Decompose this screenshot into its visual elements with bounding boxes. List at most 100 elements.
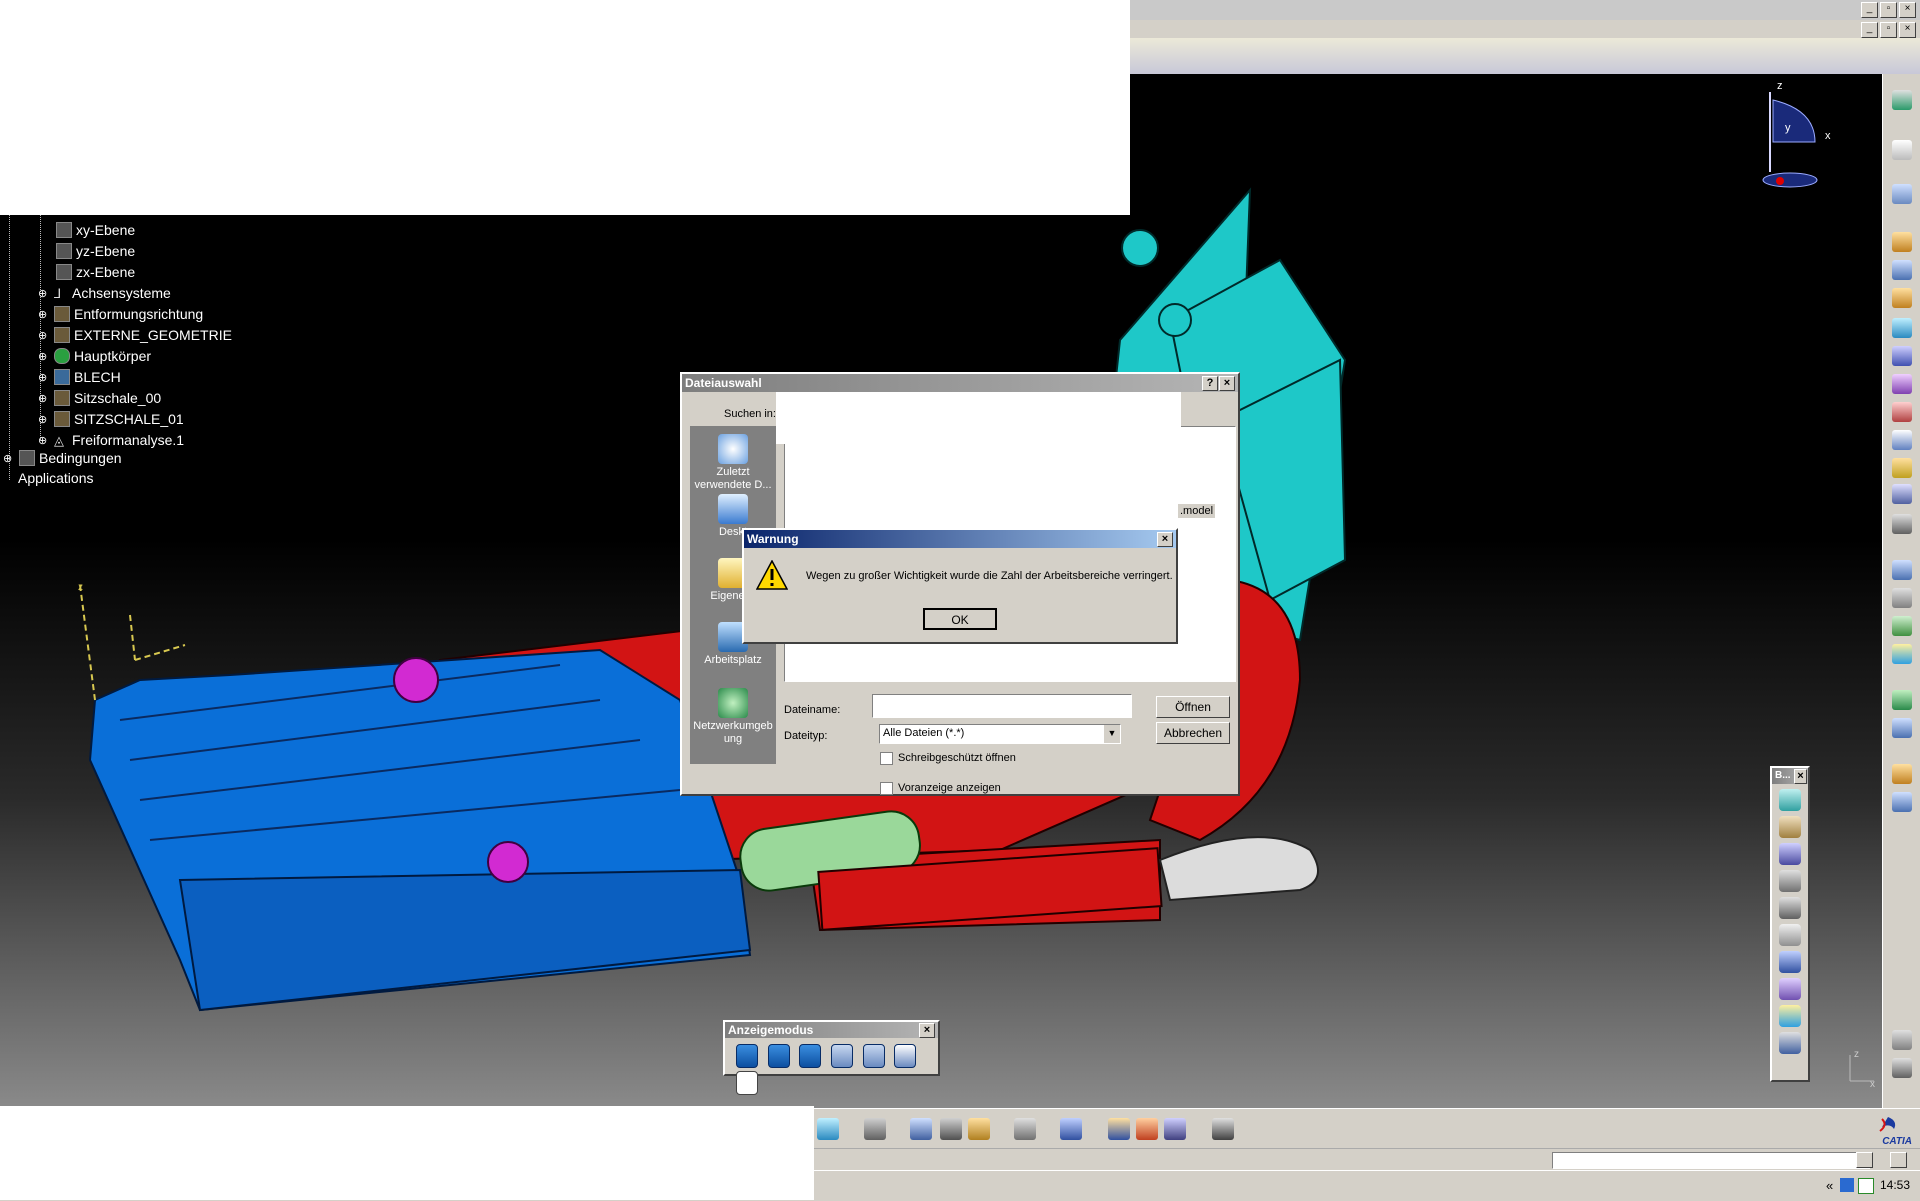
tool-icon[interactable] xyxy=(1892,430,1912,450)
tool-icon[interactable] xyxy=(1892,792,1912,812)
hidden-edges-icon[interactable] xyxy=(862,1044,885,1068)
tool-icon[interactable] xyxy=(1892,184,1912,204)
tool-icon[interactable] xyxy=(1892,346,1912,366)
mesh-icon[interactable] xyxy=(1779,1032,1801,1054)
analysis-icon[interactable] xyxy=(1779,951,1801,973)
filetype-select[interactable]: Alle Dateien (*.*) ▼ xyxy=(879,724,1121,744)
tool-icon[interactable] xyxy=(1892,588,1912,608)
tree-item-applications[interactable]: Applications xyxy=(18,468,94,488)
chevron-down-icon[interactable]: ▼ xyxy=(1104,725,1120,743)
tree-item-freeform-analysis[interactable]: ⊕ ◬ Freiformanalyse.1 xyxy=(38,430,184,450)
curvature-icon[interactable] xyxy=(1779,1005,1801,1027)
expand-icon[interactable]: ⊕ xyxy=(3,452,19,465)
expand-icon[interactable]: ⊕ xyxy=(38,371,54,384)
doc-minimize-button[interactable]: _ xyxy=(1861,22,1878,38)
close-button[interactable]: × xyxy=(919,1023,935,1038)
tool-icon[interactable] xyxy=(1892,260,1912,280)
tool-icon[interactable] xyxy=(1892,484,1912,504)
close-button[interactable]: × xyxy=(1219,376,1235,391)
shading-without-hidden-edges-icon[interactable] xyxy=(799,1044,822,1068)
tool-icon[interactable] xyxy=(1892,764,1912,784)
ok-button[interactable]: OK xyxy=(923,608,997,630)
tool-icon[interactable] xyxy=(1892,1058,1912,1078)
close-button[interactable]: × xyxy=(1899,2,1916,18)
tree-item-constraints[interactable]: ⊕ Bedingungen xyxy=(3,448,122,468)
tool-icon[interactable] xyxy=(1856,1152,1873,1168)
tool-icon[interactable] xyxy=(1164,1118,1186,1140)
tool-icon[interactable] xyxy=(1892,560,1912,580)
tool-icon[interactable] xyxy=(1892,318,1912,338)
tree-item-blech[interactable]: ⊕ BLECH xyxy=(38,367,121,387)
material-icon[interactable] xyxy=(894,1044,917,1068)
tool-icon[interactable] xyxy=(817,1118,839,1140)
extrude-icon[interactable] xyxy=(1779,843,1801,865)
compass[interactable]: z y x xyxy=(1755,80,1835,190)
tool-icon[interactable] xyxy=(940,1118,962,1140)
warning-dialog-title-bar[interactable]: Warnung × xyxy=(744,530,1176,548)
tool-icon[interactable] xyxy=(910,1118,932,1140)
tool-icon[interactable] xyxy=(1892,690,1912,710)
readonly-checkbox[interactable] xyxy=(880,752,893,765)
expand-icon[interactable]: ⊕ xyxy=(38,308,54,321)
tool-icon[interactable] xyxy=(864,1118,886,1140)
tool-icon[interactable] xyxy=(1892,514,1912,534)
shading-with-edges-icon[interactable] xyxy=(767,1044,790,1068)
tree-item-zx-plane[interactable]: zx-Ebene xyxy=(42,262,135,282)
wireframe-icon[interactable] xyxy=(830,1044,853,1068)
tool-icon[interactable] xyxy=(1892,644,1912,664)
place-network[interactable]: Netzwerkumgeb ung xyxy=(690,688,776,746)
tool-icon[interactable] xyxy=(1890,1152,1907,1168)
tool-icon[interactable] xyxy=(1892,232,1912,252)
cancel-button[interactable]: Abbrechen xyxy=(1156,722,1230,744)
doc-restore-button[interactable]: ▫ xyxy=(1880,22,1897,38)
help-button[interactable]: ? xyxy=(1202,376,1218,391)
tray-icon[interactable] xyxy=(1858,1178,1874,1194)
tool-icon[interactable] xyxy=(1892,402,1912,422)
tree-item-sitzschale-00[interactable]: ⊕ Sitzschale_00 xyxy=(38,388,161,408)
filename-input[interactable] xyxy=(872,694,1132,718)
tool-icon[interactable] xyxy=(1892,288,1912,308)
tool-icon[interactable] xyxy=(1014,1118,1036,1140)
tool-settings-icon[interactable] xyxy=(1892,90,1912,110)
display-mode-title-bar[interactable]: Anzeigemodus × xyxy=(725,1022,938,1038)
blend-icon[interactable] xyxy=(1779,924,1801,946)
tool-icon[interactable] xyxy=(1892,374,1912,394)
expand-icon[interactable]: ⊕ xyxy=(38,392,54,405)
tool-icon[interactable] xyxy=(1892,1030,1912,1050)
expand-icon[interactable]: ⊕ xyxy=(38,413,54,426)
tree-item-external-geometry[interactable]: ⊕ EXTERNE_GEOMETRIE xyxy=(38,325,232,345)
vertical-toolbar-title-bar[interactable]: B... × xyxy=(1772,768,1808,784)
anchor-icon[interactable] xyxy=(1779,897,1801,919)
tool-icon[interactable] xyxy=(968,1118,990,1140)
file-item[interactable]: .model xyxy=(1178,504,1216,518)
tool-icon[interactable] xyxy=(1060,1118,1082,1140)
connect-icon[interactable] xyxy=(1779,978,1801,1000)
open-button[interactable]: Öffnen xyxy=(1156,696,1230,718)
tool-icon[interactable] xyxy=(1108,1118,1130,1140)
tree-item-yz-plane[interactable]: yz-Ebene xyxy=(42,241,135,261)
tool-icon[interactable] xyxy=(1212,1118,1234,1140)
shading-icon[interactable] xyxy=(736,1044,758,1068)
close-button[interactable]: × xyxy=(1794,769,1807,784)
tree-item-draft-direction[interactable]: ⊕ Entformungsrichtung xyxy=(38,304,203,324)
place-recent[interactable]: Zuletzt verwendete D... xyxy=(690,434,776,492)
revolve-icon[interactable] xyxy=(1779,870,1801,892)
minimize-button[interactable]: _ xyxy=(1861,2,1878,18)
doc-close-button[interactable]: × xyxy=(1899,22,1916,38)
tool-icon[interactable] xyxy=(1892,458,1912,478)
select-icon[interactable] xyxy=(1892,140,1912,160)
tree-item-sitzschale-01[interactable]: ⊕ SITZSCHALE_01 xyxy=(38,409,184,429)
command-input[interactable] xyxy=(1552,1152,1870,1169)
tree-item-xy-plane[interactable]: xy-Ebene xyxy=(42,220,135,240)
tree-item-axis-systems[interactable]: ⊕ ⅃ Achsensysteme xyxy=(38,283,171,303)
tree-item-main-body[interactable]: ⊕ Hauptkörper xyxy=(38,346,151,366)
expand-icon[interactable]: ⊕ xyxy=(38,434,54,447)
expand-icon[interactable]: ⊕ xyxy=(38,329,54,342)
tool-icon[interactable] xyxy=(1892,616,1912,636)
custom-view-icon[interactable] xyxy=(736,1071,758,1095)
file-dialog-title-bar[interactable]: Dateiauswahl ? × xyxy=(682,374,1238,392)
multi-section-icon[interactable] xyxy=(1779,816,1801,838)
sweep-icon[interactable] xyxy=(1779,789,1801,811)
tray-icon[interactable] xyxy=(1840,1178,1854,1192)
expand-icon[interactable]: ⊕ xyxy=(38,350,54,363)
